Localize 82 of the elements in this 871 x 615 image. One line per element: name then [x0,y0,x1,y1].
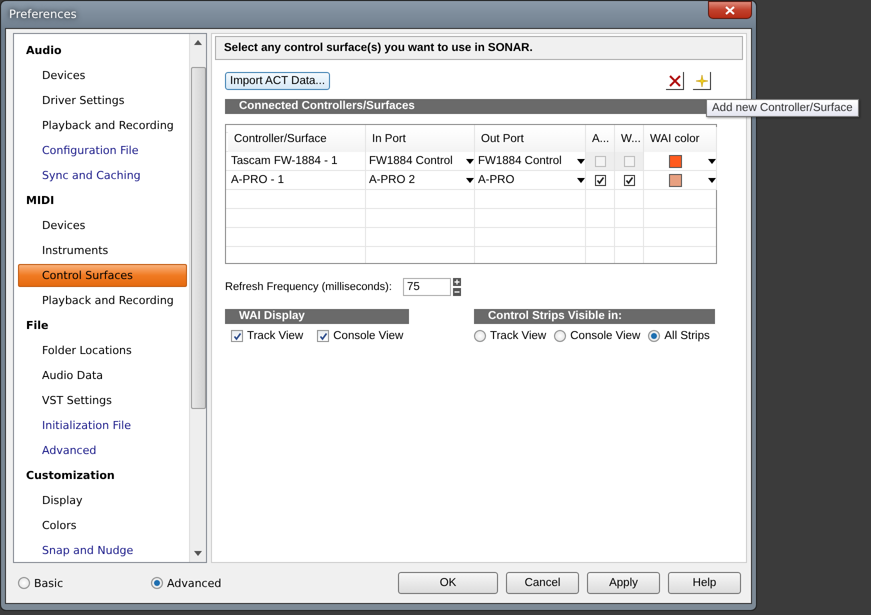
checkbox-label: Track View [247,330,304,342]
sidebar-item[interactable]: Driver Settings [18,89,187,112]
sparkle-icon [696,74,708,86]
item-label: Display [42,494,83,507]
section-header: Connected Controllers/Surfaces [225,99,709,114]
item-label: VST Settings [42,394,112,407]
section-header: WAI Display [225,309,409,324]
radio-label: Advanced [167,576,222,590]
dropdown-arrow-icon[interactable] [708,158,716,164]
item-label: Instruments [42,244,108,257]
radio-button[interactable] [474,330,486,342]
checkbox[interactable] [317,330,330,342]
sidebar-item[interactable]: Sync and Caching [18,164,187,187]
checkbox[interactable] [624,174,634,186]
category-header: MIDI [25,193,56,209]
dropdown-arrow-icon[interactable] [577,178,585,182]
sidebar-item[interactable]: Devices [18,64,187,87]
item-label: Audio Data [42,369,104,382]
sidebar-item[interactable]: Instruments [18,239,187,262]
checkbox-label: Console View [333,330,404,342]
checkbox[interactable] [231,330,243,342]
column-header[interactable]: WAI color [644,127,717,152]
radio-button[interactable] [151,577,163,589]
radio-button[interactable] [648,330,660,342]
sidebar-item[interactable]: Colors [18,514,187,537]
tooltip: Add new Controller/Surface [706,99,859,117]
sidebar-item[interactable]: Advanced [18,439,187,462]
sidebar-item[interactable]: Initialization File [18,414,187,437]
item-label: Snap and Nudge [42,544,134,557]
import-button[interactable]: Import ACT Data... [225,72,330,90]
item-label: Playback and Recording [42,119,174,132]
category-header: Customization [25,468,116,484]
scroll-down-icon[interactable] [194,551,202,556]
item-label: Initialization File [42,419,131,432]
dropdown-arrow-icon[interactable] [708,178,716,182]
dialog-button[interactable]: Apply [587,572,660,594]
dialog-button[interactable]: Cancel [506,572,579,594]
sidebar-item[interactable]: VST Settings [18,389,187,412]
scrollbar[interactable] [189,34,206,562]
radio-button[interactable] [18,577,30,589]
sidebar-item[interactable]: Folder Locations [18,339,187,362]
refresh-label: Refresh Frequency (milliseconds): [225,281,393,293]
dropdown-arrow-icon[interactable] [577,158,585,164]
category-header: Audio [25,43,63,59]
dropdown-arrow-icon[interactable] [466,158,474,164]
item-label: Driver Settings [42,94,124,107]
item-label: Sync and Caching [42,169,141,182]
close-icon [725,6,735,14]
item-label: Devices [42,219,86,232]
radio-label: Basic [34,576,64,590]
page-header: Select any control surface(s) you want to use in SONAR. [215,36,743,60]
item-label: Colors [42,519,76,532]
radio-button[interactable] [554,330,566,342]
item-label: Control Surfaces [42,269,133,282]
radio-label: All Strips [664,330,710,342]
item-label: Configuration File [42,144,139,157]
item-label: Playback and Recording [42,294,174,307]
radio-label: Track View [490,330,546,342]
category-header: File [25,318,50,334]
sidebar-item[interactable]: Playback and Recording [18,289,187,312]
dialog-button[interactable]: Help [668,572,741,594]
sidebar-item[interactable]: Devices [18,214,187,237]
radio-label: Console View [570,330,640,342]
sidebar-item[interactable]: Snap and Nudge [18,539,187,562]
sidebar-item[interactable]: Audio Data [18,364,187,387]
spinner-icon[interactable] [453,278,461,296]
item-label: Advanced [42,444,96,457]
section-header: Control Strips Visible in: [474,309,715,324]
scroll-up-icon[interactable] [194,40,202,45]
item-label: Devices [42,69,86,82]
sidebar-item[interactable]: Configuration File [18,139,187,162]
window-title: Preferences [9,7,77,21]
item-label: Folder Locations [42,344,132,357]
dropdown-arrow-icon[interactable] [466,178,474,182]
sidebar-item[interactable]: Display [18,489,187,512]
dialog-button[interactable]: OK [398,572,498,594]
refresh-field[interactable]: 75 [403,278,451,296]
close-button[interactable] [708,1,752,19]
sidebar-item[interactable]: Playback and Recording [18,114,187,137]
close-icon [668,74,680,86]
sidebar-item[interactable]: Control Surfaces [18,264,187,287]
checkbox[interactable] [594,174,606,186]
